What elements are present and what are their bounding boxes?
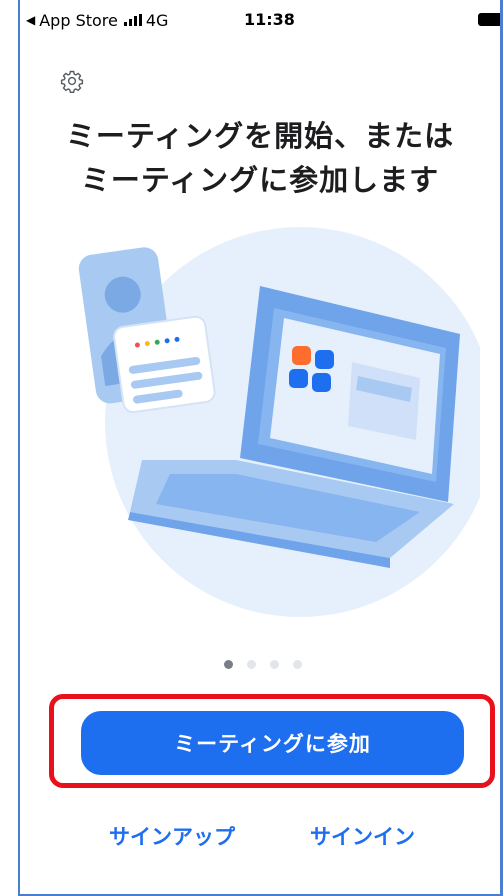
status-network: 4G — [145, 10, 169, 30]
signal-strength-icon — [123, 14, 142, 26]
profile-card-image — [113, 315, 216, 414]
page-dot-4[interactable] — [293, 660, 302, 669]
join-meeting-button[interactable]: ミーティングに参加 — [81, 711, 464, 775]
page-indicator[interactable] — [224, 660, 302, 669]
battery-icon — [478, 13, 500, 26]
back-arrow-icon[interactable]: ◀ — [26, 13, 35, 27]
page-dot-3[interactable] — [270, 660, 279, 669]
title-line-2: ミーティングに参加します — [80, 163, 440, 197]
app-screen: ◀ App Store 4G 11:38 ミーティングを開始、または ミーティン… — [0, 0, 503, 896]
gear-icon — [60, 70, 84, 93]
sign-in-link[interactable]: サインイン — [310, 821, 415, 851]
page-title: ミーティングを開始、または ミーティングに参加します — [20, 114, 500, 202]
sign-up-link[interactable]: サインアップ — [109, 821, 235, 851]
title-line-1: ミーティングを開始、または — [65, 119, 455, 153]
status-carrier[interactable]: App Store — [39, 11, 118, 30]
page-dot-1[interactable] — [224, 660, 233, 669]
settings-button[interactable] — [60, 69, 84, 93]
meeting-illustration — [78, 227, 480, 617]
status-time: 11:38 — [244, 10, 295, 29]
status-bar: ◀ App Store 4G 11:38 — [20, 0, 500, 40]
page-dot-2[interactable] — [247, 660, 256, 669]
